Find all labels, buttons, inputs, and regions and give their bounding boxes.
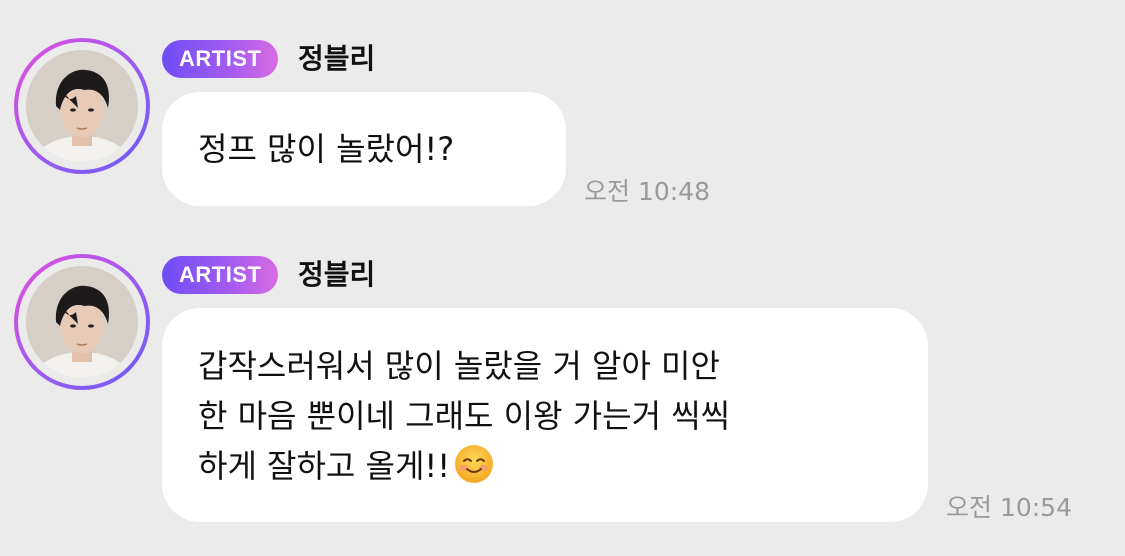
- message-line: 하게 잘하고 올게!!: [198, 441, 892, 491]
- artist-badge: ARTIST: [162, 256, 279, 294]
- message-bubble[interactable]: 갑작스러워서 많이 놀랐을 거 알아 미안 한 마음 뿐이네 그래도 이왕 가는…: [162, 308, 928, 522]
- chat-message: ARTIST 정블리 정프 많이 놀랐어!? 오전 10:48: [0, 38, 1125, 218]
- message-bubble[interactable]: 정프 많이 놀랐어!?: [162, 92, 566, 206]
- artist-avatar[interactable]: [14, 38, 150, 174]
- message-line: 갑작스러워서 많이 놀랐을 거 알아 미안: [198, 347, 720, 385]
- smiling-face-emoji-icon: [455, 445, 494, 483]
- message-timestamp: 오전 10:48: [584, 177, 710, 206]
- avatar-photo: [26, 50, 138, 162]
- message-timestamp: 오전 10:54: [946, 493, 1072, 522]
- message-text: 정프 많이 놀랐어!?: [198, 130, 455, 168]
- message-line-text: 하게 잘하고 올게!!: [198, 447, 451, 485]
- sender-name[interactable]: 정블리: [298, 38, 375, 80]
- artist-badge: ARTIST: [162, 40, 279, 78]
- avatar-photo: [26, 266, 138, 378]
- message-line: 한 마음 뿐이네 그래도 이왕 가는거 씩씩: [198, 397, 731, 435]
- artist-avatar[interactable]: [14, 254, 150, 390]
- chat-message: ARTIST 정블리 갑작스러워서 많이 놀랐을 거 알아 미안 한 마음 뿐이…: [0, 254, 1125, 534]
- sender-name[interactable]: 정블리: [298, 254, 375, 296]
